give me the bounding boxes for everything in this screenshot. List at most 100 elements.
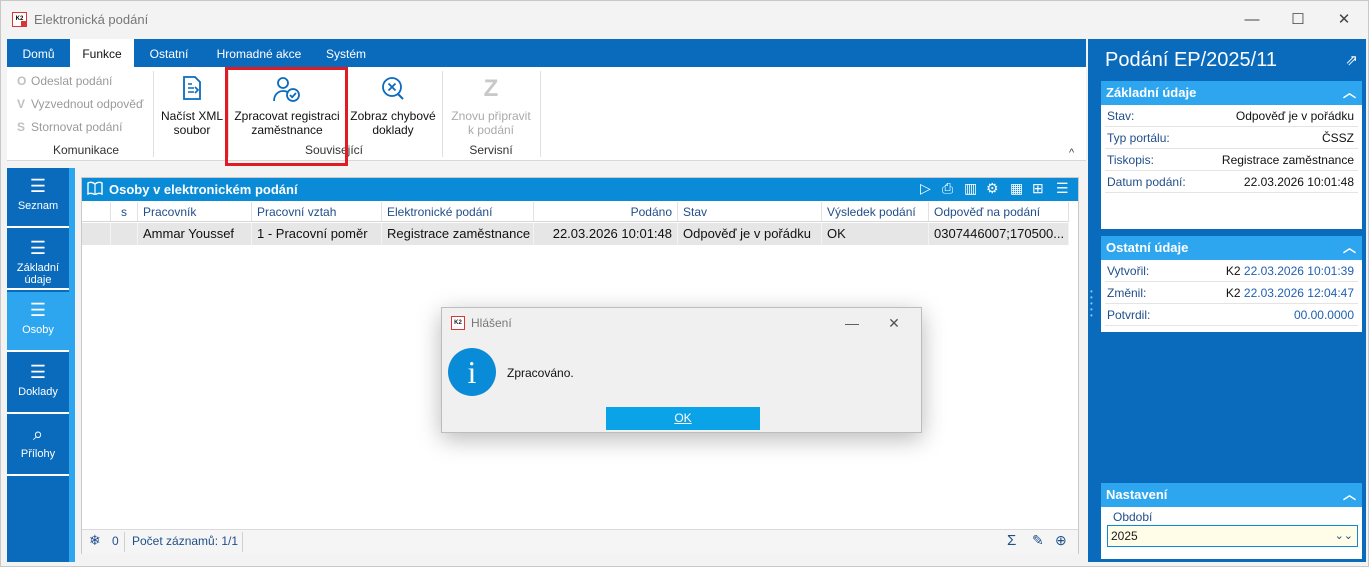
- chevron-down-icon[interactable]: ⌄⌄: [1335, 526, 1353, 546]
- dialog-close-button[interactable]: ✕: [874, 312, 914, 334]
- field-label: Stav:: [1107, 109, 1135, 123]
- stornovat-icon: S: [17, 120, 26, 134]
- field-label: Tiskopis:: [1107, 153, 1154, 167]
- group-label-komunikace: Komunikace: [52, 143, 120, 157]
- panel-splitter[interactable]: • • • • •: [1088, 39, 1097, 562]
- odeslat-podani-button[interactable]: O Odeslat podání: [17, 71, 112, 91]
- column-header-odpoved-na-podani[interactable]: Odpověď na podání: [929, 202, 1069, 222]
- dialog-title: Hlášení: [471, 316, 512, 330]
- menu-icon[interactable]: ☰: [1056, 180, 1069, 197]
- zobraz-chybove-doklady-button[interactable]: Zobraz chybové doklady: [347, 75, 439, 137]
- tab-hromadne-akce[interactable]: Hromadné akce: [204, 39, 314, 67]
- chevron-up-icon[interactable]: ︿: [1343, 236, 1356, 260]
- ribbon-body: O Odeslat podání V Vyzvednout odpověď S Sto…: [7, 67, 1086, 161]
- odeslat-icon: O: [17, 74, 27, 88]
- section-heading[interactable]: Nastavení ︿: [1101, 483, 1362, 507]
- zobraz-label-1: Zobraz chybové: [350, 109, 436, 123]
- table-cell-vysledek[interactable]: OK: [822, 223, 929, 245]
- date-value[interactable]: 22.03.2026 12:04:47: [1244, 286, 1354, 300]
- tab-funkce[interactable]: Funkce: [70, 39, 134, 67]
- vyzvednout-odpoved-button[interactable]: V Vyzvednout odpověď: [17, 94, 143, 114]
- chevron-up-icon[interactable]: ︿: [1343, 81, 1356, 105]
- detail-row: Tiskopis: Registrace zaměstnance: [1105, 149, 1358, 171]
- user-code: K2: [1225, 264, 1241, 278]
- close-button[interactable]: ✕: [1322, 7, 1366, 33]
- footer-divider: [124, 532, 125, 552]
- section-heading[interactable]: Základní údaje ︿: [1101, 81, 1362, 105]
- nav-label: Osoby: [22, 324, 54, 336]
- stornovat-label: Stornovat podání: [31, 120, 123, 134]
- table-cell-pracovni-vztah[interactable]: 1 - Pracovní poměr: [252, 223, 382, 245]
- tab-system[interactable]: Systém: [314, 39, 378, 67]
- nav-item-osoby[interactable]: ☰ Osoby: [7, 292, 69, 352]
- import-document-icon: [157, 75, 227, 103]
- open-external-icon[interactable]: ⇗: [1345, 51, 1358, 69]
- table-cell-elektronicke-podani[interactable]: Registrace zaměstnance: [382, 223, 534, 245]
- add-record-icon[interactable]: ⊕: [1055, 532, 1067, 549]
- footer-divider: [242, 532, 243, 552]
- column-header-pracovni-vztah[interactable]: Pracovní vztah: [252, 202, 382, 222]
- column-header-podano[interactable]: Podáno: [534, 202, 678, 222]
- column-header-indicator[interactable]: [82, 202, 111, 222]
- obdobi-select[interactable]: 2025 ⌄⌄: [1107, 525, 1358, 547]
- tab-domu[interactable]: Domů: [7, 39, 70, 67]
- date-value[interactable]: 00.00.0000: [1294, 308, 1354, 322]
- column-header-s[interactable]: s: [111, 202, 138, 222]
- table-cell-odpoved[interactable]: 0307446007;170500...: [929, 223, 1069, 245]
- znovu-pripravit-button[interactable]: Z Znovu připravit k podání: [445, 75, 537, 137]
- nav-item-prilohy[interactable]: ⌕ Přílohy: [7, 416, 69, 476]
- section-heading-label: Základní údaje: [1106, 85, 1197, 100]
- tab-ostatni[interactable]: Ostatní: [134, 39, 204, 67]
- nav-item-doklady[interactable]: ☰ Doklady: [7, 354, 69, 414]
- group-label-servisni: Servisní: [469, 143, 513, 157]
- nacist-xml-label-2: soubor: [173, 123, 211, 137]
- sum-icon[interactable]: Σ: [1007, 532, 1016, 549]
- dialog-placeholder: [833, 312, 873, 334]
- print-icon[interactable]: ⎙: [942, 180, 953, 197]
- edit-icon[interactable]: ✎: [1032, 532, 1044, 549]
- nav-label: Doklady: [18, 386, 58, 398]
- date-value[interactable]: 22.03.2026 10:01:39: [1244, 264, 1354, 278]
- grid-header: Osoby v elektronickém podání ▷ ⎙ ▥ ⚙ ▦ ⊞…: [82, 178, 1078, 201]
- column-header-vysledek-podani[interactable]: Výsledek podání: [822, 202, 929, 222]
- nav-item-zakladni-udaje[interactable]: ☰ Základní údaje: [7, 230, 69, 290]
- odeslat-label: Odeslat podání: [31, 74, 113, 88]
- chevron-up-icon[interactable]: ︿: [1343, 483, 1356, 507]
- table-cell[interactable]: [82, 223, 111, 245]
- table-cell-pracovnik[interactable]: Ammar Youssef: [138, 223, 252, 245]
- collapse-ribbon-icon[interactable]: ^: [1069, 147, 1074, 159]
- field-value: Registrace zaměstnance: [1221, 153, 1354, 167]
- columns-icon[interactable]: ▦: [1010, 180, 1023, 197]
- column-header-pracovnik[interactable]: Pracovník: [138, 202, 252, 222]
- left-navigation: ☰ Seznam ☰ Základní údaje ☰ Osoby ☰ Dokl…: [7, 168, 69, 562]
- obdobi-label: Období: [1113, 510, 1153, 524]
- detail-row: Stav: Odpověď je v pořádku: [1105, 105, 1358, 127]
- tree-icon[interactable]: ⚙: [986, 180, 999, 197]
- k2-logo-icon: K2: [451, 316, 465, 330]
- list-icon: ☰: [29, 176, 47, 196]
- column-header-stav[interactable]: Stav: [678, 202, 822, 222]
- stornovat-podani-button[interactable]: S Stornovat podání: [17, 117, 122, 137]
- maximize-button[interactable]: ☐: [1276, 7, 1320, 33]
- nacist-xml-button[interactable]: Načíst XML soubor: [157, 75, 227, 137]
- section-heading[interactable]: Ostatní údaje ︿: [1101, 236, 1362, 260]
- column-header-elektronicke-podani[interactable]: Elektronické podání: [382, 202, 534, 222]
- nav-item-seznam[interactable]: ☰ Seznam: [7, 168, 69, 228]
- grid-title: Osoby v elektronickém podání: [109, 182, 298, 197]
- snowflake-icon[interactable]: ❄: [89, 532, 101, 549]
- minimize-button[interactable]: —: [1230, 7, 1274, 33]
- paperclip-icon: ⌕: [32, 424, 44, 444]
- table-cell-stav[interactable]: Odpověď je v pořádku: [678, 223, 822, 245]
- table-cell-podano[interactable]: 22.03.2026 10:01:48: [534, 223, 678, 245]
- frozen-count: 0: [112, 534, 119, 548]
- nav-accent-stripe: [69, 168, 75, 562]
- play-icon[interactable]: ▷: [920, 180, 931, 197]
- table-cell[interactable]: [111, 223, 138, 245]
- chart-icon[interactable]: ▥: [964, 180, 977, 197]
- ok-button[interactable]: OK: [606, 407, 760, 430]
- excel-icon[interactable]: ⊞: [1032, 180, 1044, 197]
- detail-row: Datum podání: 22.03.2026 10:01:48: [1105, 171, 1358, 193]
- panel-title: Podání EP/2025/11: [1105, 49, 1277, 71]
- dialog-message: Zpracováno.: [507, 366, 574, 380]
- group-separator: [442, 71, 443, 157]
